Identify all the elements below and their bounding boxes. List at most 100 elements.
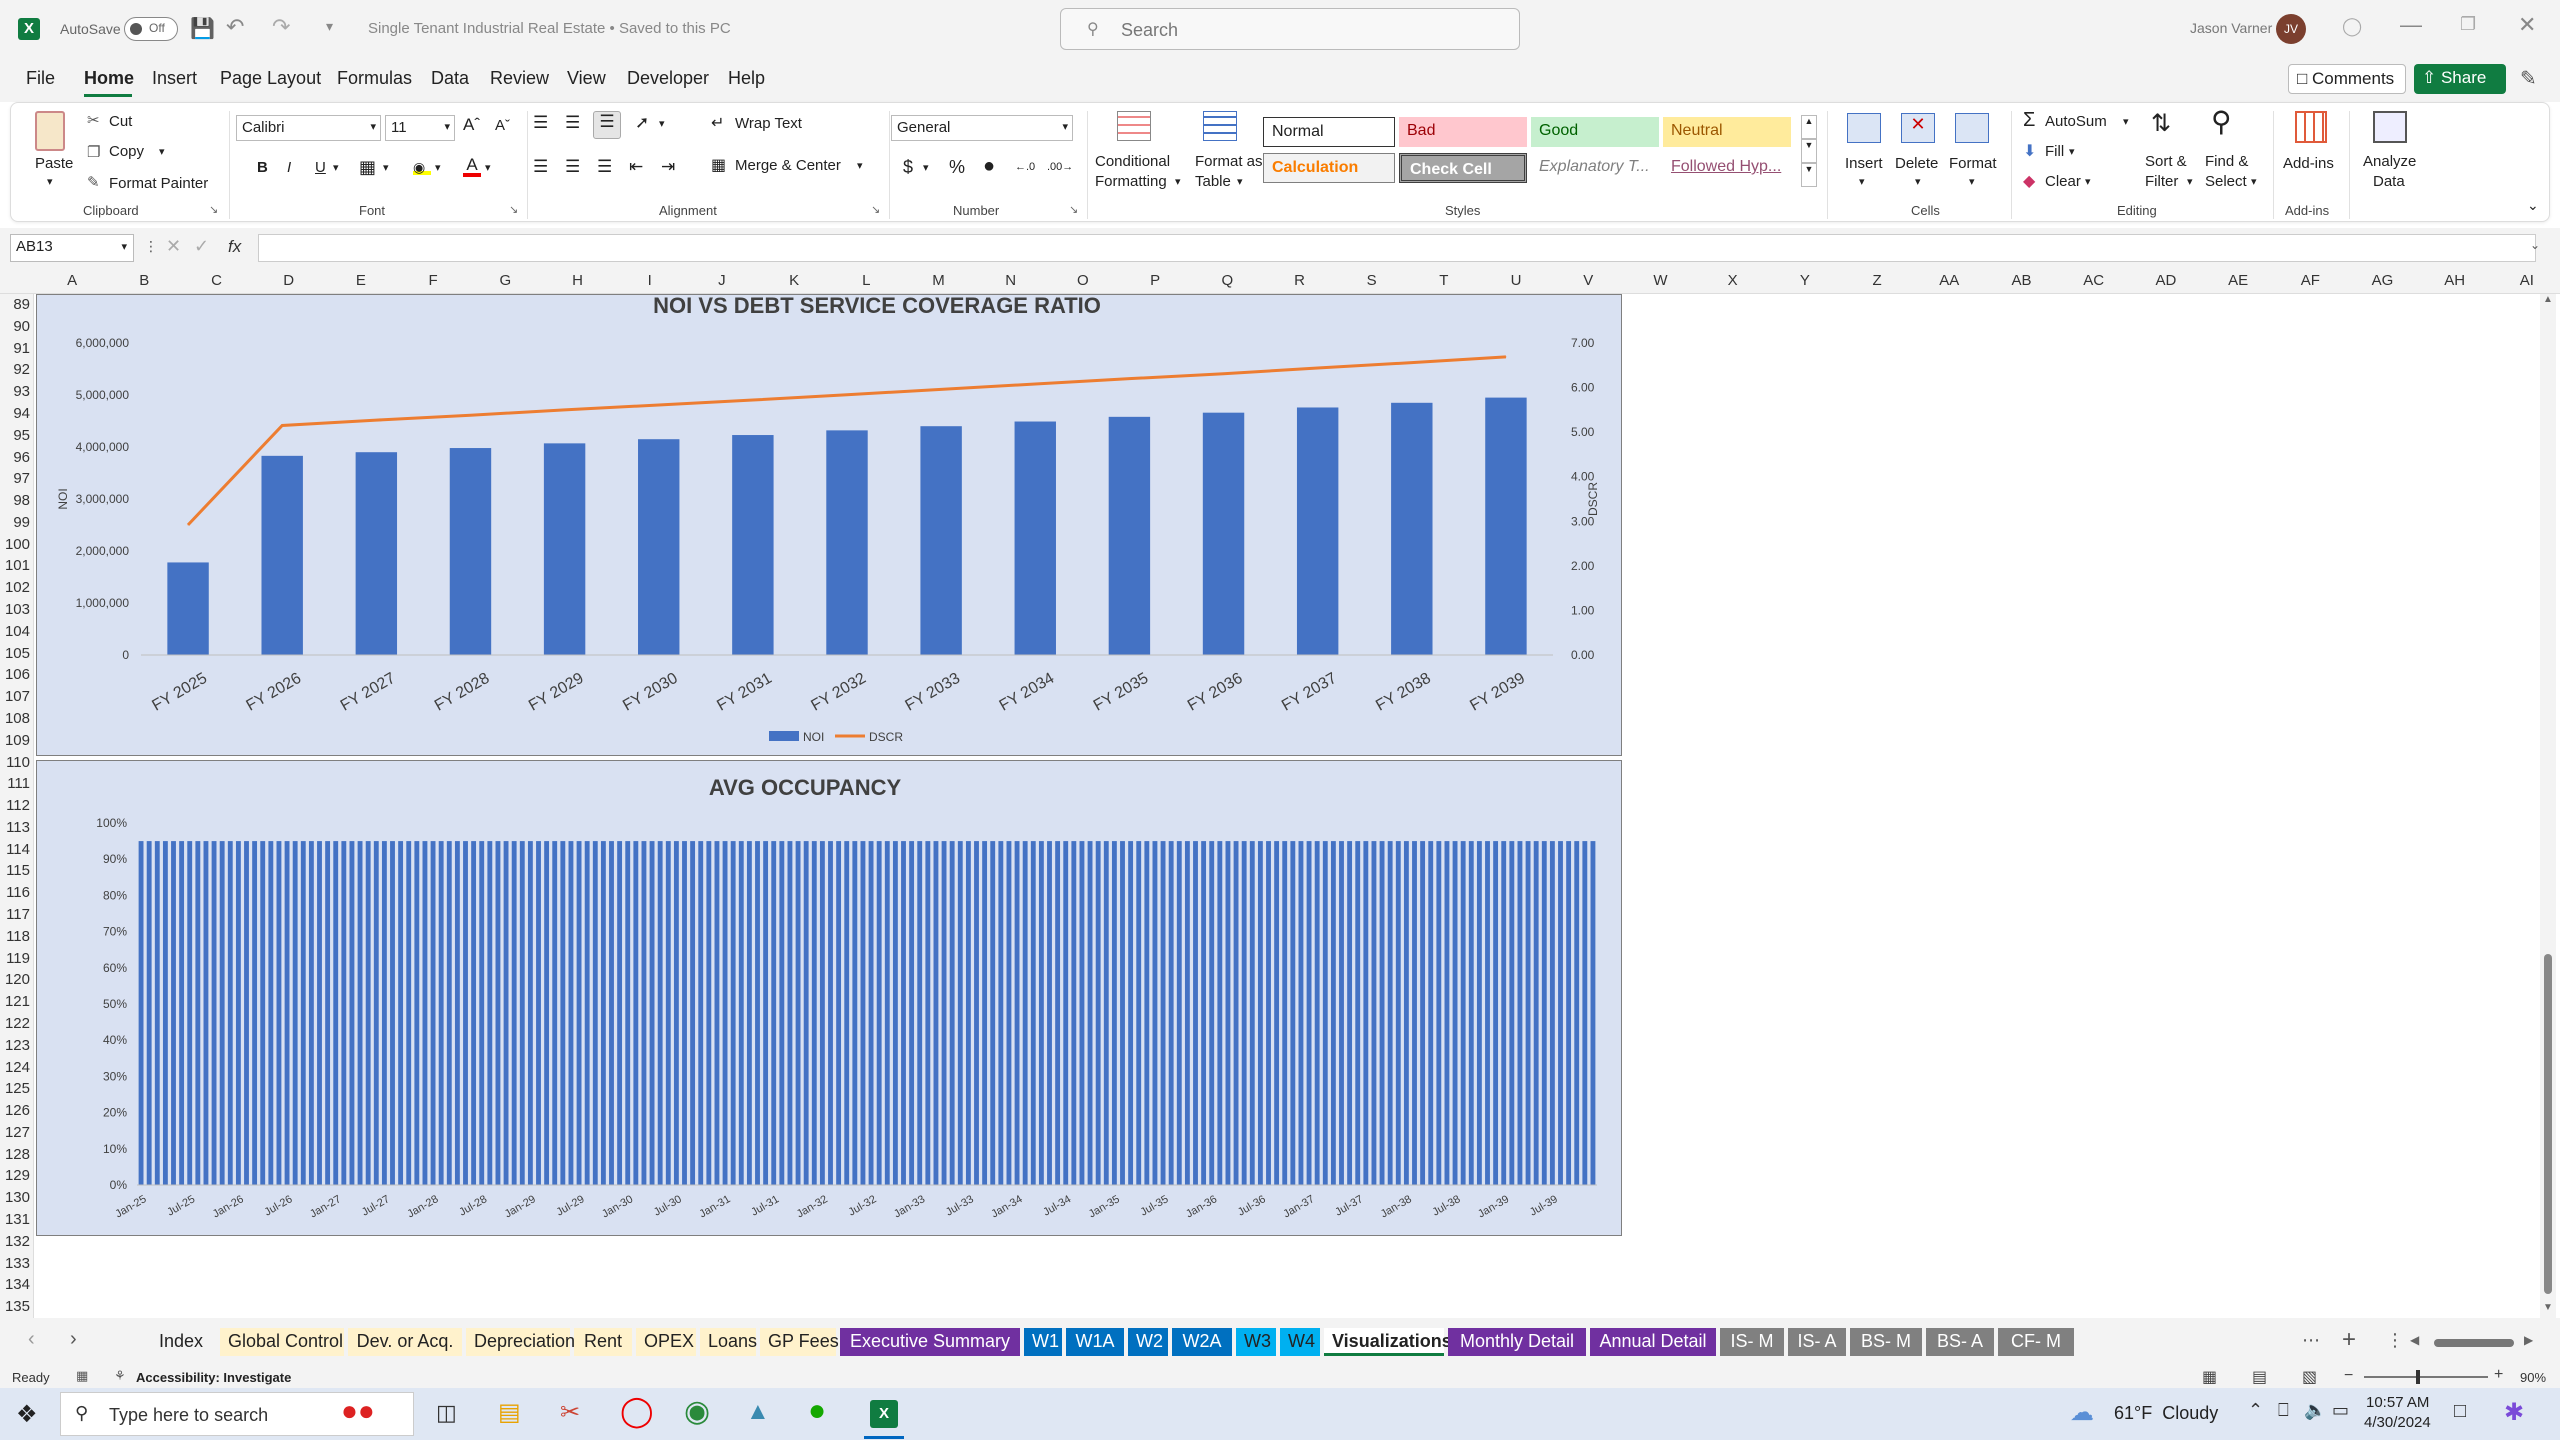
column-header[interactable]: AA: [1913, 272, 1985, 289]
sheet-tab[interactable]: Depreciation: [466, 1328, 575, 1356]
format-dropdown-icon[interactable]: ▾: [1969, 175, 1975, 188]
row-header[interactable]: 92: [0, 361, 30, 378]
tab-scroll-right-icon[interactable]: ›: [70, 1328, 77, 1351]
sheet-tab[interactable]: IS- A: [1788, 1328, 1846, 1356]
format-as-table-label-2[interactable]: Table: [1195, 173, 1231, 190]
delete-dropdown-icon[interactable]: ▾: [1915, 175, 1921, 188]
decrease-decimal-icon[interactable]: .00→: [1047, 161, 1073, 173]
column-header[interactable]: G: [469, 272, 541, 289]
row-header[interactable]: 134: [0, 1276, 30, 1293]
app-icon[interactable]: ▲: [746, 1398, 770, 1426]
column-header[interactable]: Z: [1841, 272, 1913, 289]
fill-dropdown-icon[interactable]: ▾: [2069, 145, 2075, 158]
increase-indent-icon[interactable]: ⇥: [661, 157, 675, 177]
row-header[interactable]: 111: [0, 775, 30, 792]
row-header[interactable]: 118: [0, 928, 30, 945]
autosum-dropdown-icon[interactable]: ▾: [2123, 115, 2129, 128]
column-header[interactable]: R: [1263, 272, 1335, 289]
row-header[interactable]: 112: [0, 797, 30, 814]
close-icon[interactable]: ✕: [2518, 12, 2536, 38]
addins-button[interactable]: Add-ins: [2283, 155, 2334, 172]
row-header[interactable]: 120: [0, 971, 30, 988]
underline-dropdown-icon[interactable]: ▾: [333, 161, 339, 174]
zoom-out-icon[interactable]: −: [2344, 1367, 2353, 1385]
orientation-dropdown-icon[interactable]: ▾: [659, 117, 665, 130]
italic-button[interactable]: I: [287, 159, 291, 176]
insert-dropdown-icon[interactable]: ▾: [1859, 175, 1865, 188]
paste-button[interactable]: Paste: [35, 155, 73, 172]
row-header[interactable]: 117: [0, 906, 30, 923]
bold-button[interactable]: B: [257, 159, 268, 176]
column-header[interactable]: X: [1697, 272, 1769, 289]
align-top-icon[interactable]: ☰: [533, 113, 548, 133]
row-header[interactable]: 124: [0, 1059, 30, 1076]
sheet-tab[interactable]: Visualizations: [1324, 1328, 1452, 1356]
zoom-slider[interactable]: [2364, 1370, 2488, 1384]
lightbulb-icon[interactable]: ◯: [2342, 16, 2362, 37]
style-followed-hyperlink[interactable]: Followed Hyp...: [1663, 153, 1791, 183]
conditional-formatting-button[interactable]: Conditional: [1095, 153, 1170, 170]
tray-chevron-icon[interactable]: ⌃: [2248, 1400, 2263, 1421]
column-header[interactable]: AB: [1985, 272, 2057, 289]
row-header[interactable]: 96: [0, 449, 30, 466]
chrome-icon[interactable]: ◉: [684, 1394, 710, 1429]
sheet-tab[interactable]: W3: [1236, 1328, 1276, 1356]
sheet-tab[interactable]: W1: [1024, 1328, 1062, 1356]
font-color-dropdown-icon[interactable]: ▾: [485, 161, 491, 174]
column-header[interactable]: AH: [2419, 272, 2491, 289]
copilot-icon[interactable]: ✱: [2504, 1398, 2524, 1427]
wrap-text-button[interactable]: Wrap Text: [735, 115, 802, 132]
sheet-tab[interactable]: Executive Summary: [840, 1328, 1020, 1356]
minimize-icon[interactable]: —: [2400, 12, 2422, 38]
column-header[interactable]: F: [397, 272, 469, 289]
increase-font-icon[interactable]: Aˆ: [463, 115, 480, 135]
horizontal-scrollbar[interactable]: ◀ ▶: [2410, 1333, 2540, 1350]
style-check-cell[interactable]: Check Cell: [1399, 153, 1527, 183]
decrease-indent-icon[interactable]: ⇤: [629, 157, 643, 177]
formula-input[interactable]: [258, 234, 2536, 262]
sort-filter-button[interactable]: Sort &: [2145, 153, 2187, 170]
tab-help[interactable]: Help: [728, 68, 765, 89]
row-header[interactable]: 104: [0, 623, 30, 640]
row-header[interactable]: 103: [0, 601, 30, 618]
row-header[interactable]: 116: [0, 884, 30, 901]
excel-taskbar-icon[interactable]: X: [870, 1400, 898, 1428]
row-header[interactable]: 132: [0, 1233, 30, 1250]
orientation-icon[interactable]: ➚: [635, 113, 649, 133]
insert-function-button[interactable]: fx: [228, 237, 241, 257]
scroll-up-icon[interactable]: ▲: [2543, 294, 2553, 305]
zoom-level[interactable]: 90%: [2520, 1370, 2546, 1385]
row-header[interactable]: 93: [0, 383, 30, 400]
column-header[interactable]: M: [902, 272, 974, 289]
row-header[interactable]: 126: [0, 1102, 30, 1119]
task-view-icon[interactable]: ◫: [436, 1400, 457, 1426]
paste-dropdown-icon[interactable]: ▾: [47, 175, 53, 188]
tab-scroll-left-icon[interactable]: ‹: [28, 1328, 35, 1351]
document-title[interactable]: Single Tenant Industrial Real Estate • S…: [368, 20, 731, 37]
cancel-icon[interactable]: ✕: [166, 236, 181, 257]
tab-page-layout[interactable]: Page Layout: [220, 68, 321, 89]
align-right-icon[interactable]: ☰: [597, 157, 612, 177]
row-header[interactable]: 106: [0, 666, 30, 683]
align-center-icon[interactable]: ☰: [565, 157, 580, 177]
sort-dropdown-icon[interactable]: ▾: [2187, 175, 2193, 188]
more-icon[interactable]: ⋮: [144, 238, 158, 255]
hscroll-right-icon[interactable]: ▶: [2524, 1333, 2533, 1347]
row-header[interactable]: 98: [0, 492, 30, 509]
chart-avg-occupancy[interactable]: AVG OCCUPANCY 100% 90% 80% 70% 60% 50% 40% 30% 20…: [36, 760, 1622, 1236]
battery-icon[interactable]: ▭: [2332, 1400, 2349, 1421]
format-painter-button[interactable]: Format Painter: [109, 175, 208, 192]
row-header[interactable]: 97: [0, 470, 30, 487]
row-header[interactable]: 94: [0, 405, 30, 422]
scroll-thumb[interactable]: [2544, 954, 2552, 1294]
row-header[interactable]: 110: [0, 754, 30, 771]
sheet-tab[interactable]: CF- M: [1998, 1328, 2074, 1356]
row-header[interactable]: 113: [0, 819, 30, 836]
clock-date[interactable]: 4/30/2024: [2364, 1414, 2431, 1431]
column-header[interactable]: I: [614, 272, 686, 289]
column-header[interactable]: A: [36, 272, 108, 289]
column-header[interactable]: AD: [2130, 272, 2202, 289]
fill-color-icon[interactable]: ◉: [413, 159, 431, 175]
analyze-data-label-2[interactable]: Data: [2373, 173, 2405, 190]
taskbar-search[interactable]: ⚲ Type here to search ●●: [60, 1392, 414, 1436]
